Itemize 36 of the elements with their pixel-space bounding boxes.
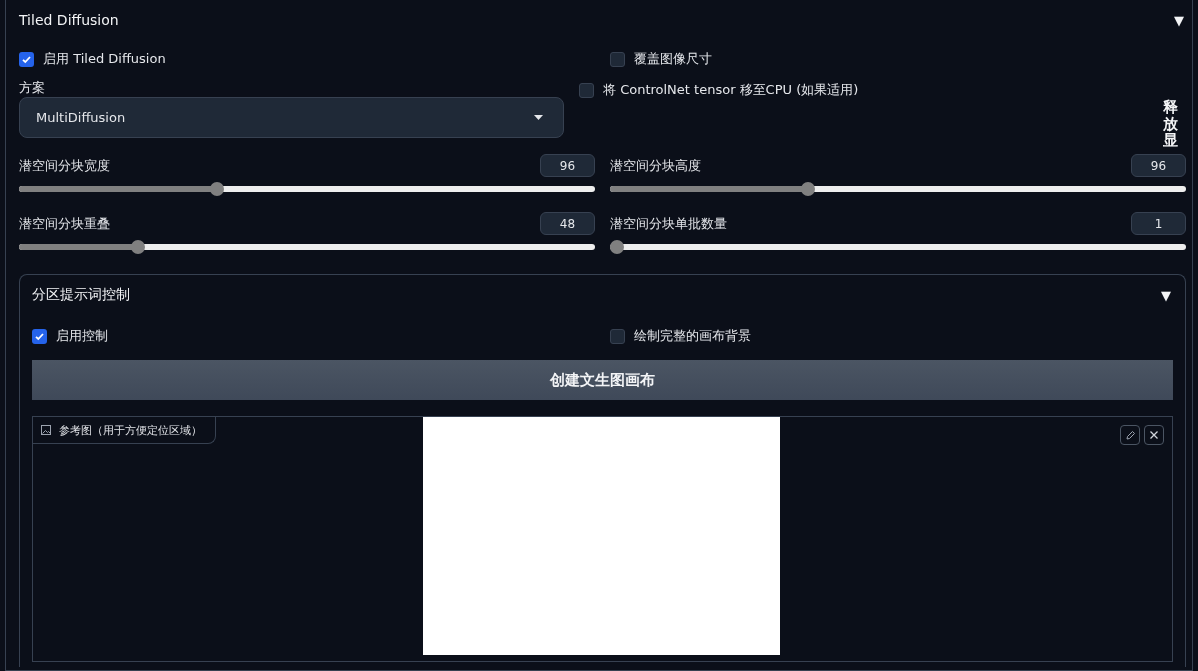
close-button[interactable] <box>1144 425 1164 445</box>
slider-thumb[interactable] <box>610 240 624 254</box>
method-dropdown[interactable]: MultiDiffusion <box>19 97 564 138</box>
checkbox-label: 启用 Tiled Diffusion <box>43 50 166 68</box>
image-icon <box>41 425 51 435</box>
slider-label: 潜空间分块宽度 <box>19 156 110 175</box>
field-label: 方案 <box>19 79 46 97</box>
release-button[interactable]: 释放显 <box>1163 99 1178 147</box>
checkbox-label: 启用控制 <box>56 327 108 345</box>
checkbox[interactable] <box>579 82 594 98</box>
checkbox-label: 绘制完整的画布背景 <box>634 327 751 345</box>
collapse-toggle[interactable]: ▼ <box>1174 12 1184 28</box>
slider-label: 潜空间分块单批数量 <box>610 214 727 233</box>
panel-title: 分区提示词控制 <box>32 286 130 304</box>
create-canvas-button[interactable]: 创建文生图画布 <box>32 360 1173 400</box>
checkbox[interactable] <box>32 328 47 344</box>
slider-thumb[interactable] <box>801 182 816 196</box>
close-icon <box>1149 430 1159 440</box>
number-field[interactable]: 48 <box>540 212 595 235</box>
number-field[interactable]: 96 <box>540 154 595 177</box>
checkbox[interactable] <box>610 51 625 67</box>
checkbox[interactable] <box>19 51 34 67</box>
slider-label: 潜空间分块重叠 <box>19 214 110 233</box>
edit-button[interactable] <box>1120 425 1140 445</box>
caret-icon <box>534 115 543 120</box>
pencil-icon <box>1124 429 1136 441</box>
collapse-toggle[interactable]: ▼ <box>1161 287 1171 303</box>
checkbox[interactable] <box>610 328 625 344</box>
panel-title: Tiled Diffusion <box>19 12 119 28</box>
number-field[interactable]: 96 <box>1131 154 1186 177</box>
slider-thumb[interactable] <box>131 240 146 254</box>
slider-label: 潜空间分块高度 <box>610 156 701 175</box>
slider-thumb[interactable] <box>210 182 225 196</box>
checkbox-label: 覆盖图像尺寸 <box>634 50 712 68</box>
number-field[interactable]: 1 <box>1131 212 1186 235</box>
checkbox-label: 将 ControlNet tensor 移至CPU (如果适用) <box>603 81 859 99</box>
